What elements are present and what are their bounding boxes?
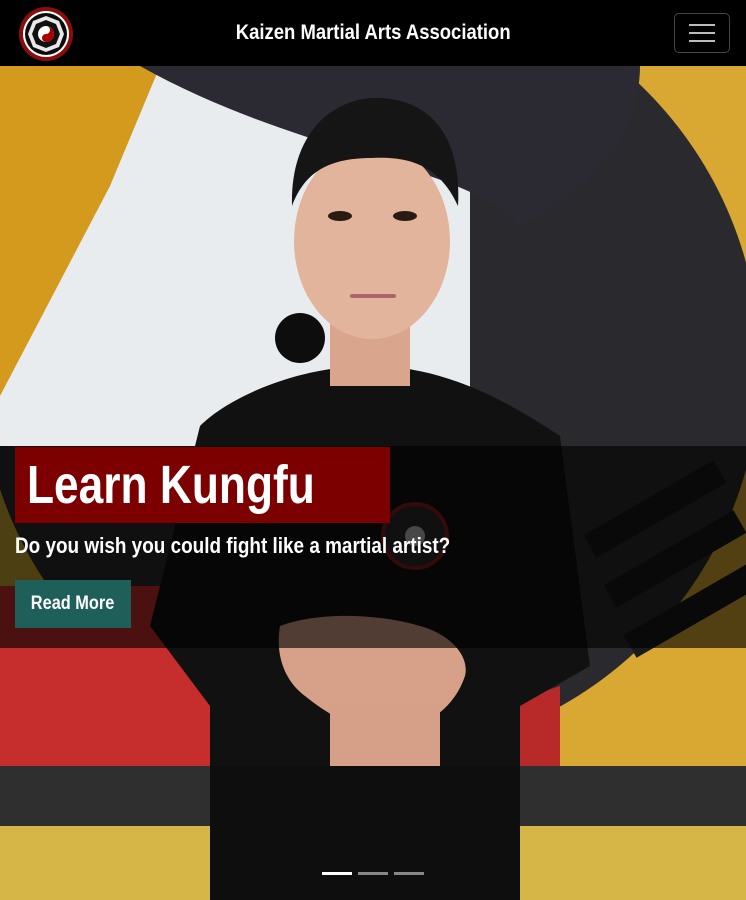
hamburger-menu-icon [689,24,715,26]
navbar: Kaizen Martial Arts Association [0,0,746,66]
carousel-indicators [322,872,424,875]
carousel-indicator-3[interactable] [394,872,424,875]
navbar-toggle-button[interactable] [674,13,730,53]
bagua-yin-yang-logo-icon [19,7,73,61]
read-more-button[interactable]: Read More [15,580,131,628]
hamburger-menu-icon [689,32,715,34]
carousel-indicator-1[interactable] [322,872,352,875]
hamburger-menu-icon [689,40,715,42]
hero-subtitle: Do you wish you could fight like a marti… [15,533,451,558]
brand-title[interactable]: Kaizen Martial Arts Association [236,21,511,45]
hero-headline-text: Learn Kungfu [27,455,315,515]
brand-logo-icon[interactable] [18,6,74,62]
hero-headline: Learn Kungfu [15,447,390,523]
read-more-label: Read More [31,593,115,614]
hero-carousel: Learn Kungfu Do you wish you could fight… [0,66,746,900]
carousel-indicator-2[interactable] [358,872,388,875]
